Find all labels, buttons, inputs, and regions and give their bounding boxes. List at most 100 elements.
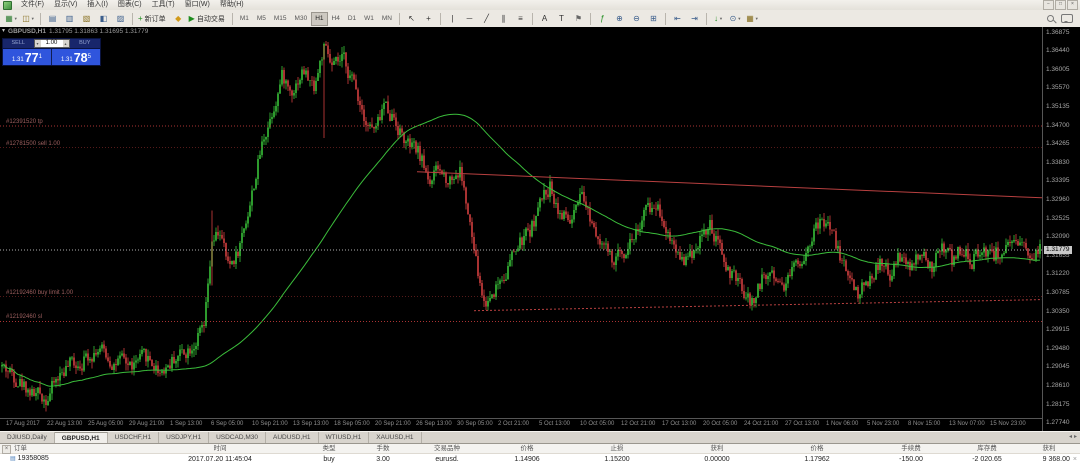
charts-menu-button[interactable]: ↓ ▼ (710, 11, 727, 26)
buy-price-button[interactable]: 1.31 78 5 (52, 49, 100, 65)
lot-size-value[interactable]: 1.00 (41, 40, 63, 47)
community-icon[interactable] (1061, 14, 1073, 23)
strategy-tester-button[interactable]: ▨ (112, 11, 129, 26)
period-menu-button[interactable]: ⊙ ▼ (727, 11, 744, 26)
profiles-button[interactable]: ◫ ▼ (20, 11, 37, 26)
zoom-out-button[interactable]: ⊖ (628, 11, 645, 26)
window-controls: − □ × (1043, 0, 1080, 10)
new-order-button[interactable]: + 新订单 (136, 11, 170, 26)
fibonacci-tool-button[interactable]: ≡ (512, 11, 529, 26)
timeframe-button-d1[interactable]: D1 (344, 12, 360, 26)
dropdown-caret-icon[interactable]: ▼ (14, 16, 18, 21)
channel-tool-button[interactable]: ∥ (495, 11, 512, 26)
column-header-5[interactable]: 价格 (486, 444, 568, 454)
price-tick-label: 1.36875 (1046, 28, 1070, 36)
orders-table: 订单 时间 类型 手数 交易品种 价格 止损 获利 价格 手续费 库存费 获利 ▤ 19358085 201… (0, 444, 1080, 464)
chart-shift-left-button[interactable]: ⇤ (669, 11, 686, 26)
terminal-panel: × 订单 时间 类型 手数 交易品种 价格 止损 获利 价格 手续费 库存费 获利 ▤ 19358085 2… (0, 443, 1080, 464)
timeframe-button-m15[interactable]: M15 (270, 12, 291, 26)
column-header-11[interactable]: 获利 (1018, 444, 1080, 454)
lot-increase-icon[interactable]: ▴ (62, 40, 69, 47)
time-tick-label: 10 Sep 21:00 (252, 421, 288, 427)
mt4-window: 文件(F) 显示(V) 插入(I) 图表(C) 工具(T) 窗口(W) 帮助(H) − □ × … (0, 0, 1080, 464)
price-tick-label: 1.33830 (1046, 158, 1070, 166)
column-header-10[interactable]: 库存费 (956, 444, 1018, 454)
minimize-icon[interactable]: − (1043, 0, 1054, 10)
close-icon[interactable]: × (1067, 0, 1078, 10)
timeframe-button-m30[interactable]: M30 (291, 12, 312, 26)
sell-button[interactable]: SELL (3, 39, 34, 48)
order-line-label: #12391520 tp (6, 118, 43, 125)
column-header-6[interactable]: 止损 (568, 444, 666, 454)
arrows-tool-button[interactable]: ⚑ (570, 11, 587, 26)
chart-symbol-period: GBPUSD,H1 (8, 28, 46, 35)
dropdown-caret-icon[interactable]: ▼ (719, 16, 723, 21)
timeframe-button-mn[interactable]: MN (378, 12, 396, 26)
data-window-button[interactable]: ▥ (61, 11, 78, 26)
vertical-line-tool-button[interactable]: | (444, 11, 461, 26)
cursor-tool-button[interactable]: ↖ (403, 11, 420, 26)
text-label-tool-button[interactable]: T (553, 11, 570, 26)
timeframe-button-h1[interactable]: H1 (311, 11, 328, 26)
time-tick-label: 18 Sep 05:00 (334, 421, 370, 427)
time-tick-label: 17 Aug 2017 (6, 421, 40, 427)
horizontal-line-tool-button[interactable]: ─ (461, 11, 478, 26)
dropdown-caret-icon[interactable]: ▼ (737, 16, 741, 21)
timeframe-button-h4[interactable]: H4 (328, 12, 344, 26)
metaeditor-button[interactable]: ◆ (170, 11, 187, 26)
toolbar-separator (532, 12, 533, 25)
menu-item-4[interactable]: 工具(T) (147, 1, 180, 8)
navigator-button[interactable]: ▧ (78, 11, 95, 26)
new-chart-button[interactable]: ▦ ▼ (3, 11, 20, 26)
text-tool-button[interactable]: A (536, 11, 553, 26)
indicators-button[interactable]: ƒ (594, 11, 611, 26)
dropdown-caret-icon[interactable]: ▼ (31, 16, 35, 21)
column-header-1[interactable]: 时间 (140, 444, 300, 454)
menu-item-2[interactable]: 插入(I) (82, 1, 113, 8)
terminal-close-icon[interactable]: × (2, 445, 11, 454)
close-position-icon[interactable]: × (1073, 456, 1077, 463)
terminal-panel-button[interactable]: ◧ (95, 11, 112, 26)
time-tick-label: 26 Sep 13:00 (416, 421, 452, 427)
time-tick-label: 8 Nov 15:00 (908, 421, 941, 427)
menu-item-6[interactable]: 帮助(H) (215, 1, 249, 8)
column-header-0[interactable]: 订单 (0, 444, 140, 454)
template-menu-button[interactable]: ▦ ▼ (744, 11, 761, 26)
search-icon[interactable] (1046, 14, 1056, 24)
menu-item-3[interactable]: 图表(C) (113, 1, 147, 8)
price-tick-label: 1.32960 (1046, 195, 1070, 203)
buy-button[interactable]: BUY (70, 39, 101, 48)
order-row[interactable]: ▤ 19358085 2017.07.20 11:45:04 buy 3.00 eurus… (0, 454, 1080, 464)
trendline-tool-button[interactable]: ╱ (478, 11, 495, 26)
timeframe-button-w1[interactable]: W1 (360, 12, 378, 26)
zoom-in-button[interactable]: ⊕ (611, 11, 628, 26)
restore-icon[interactable]: □ (1055, 0, 1066, 10)
collapse-panel-icon[interactable]: ▾ (2, 28, 5, 35)
column-header-3[interactable]: 手数 (358, 444, 408, 454)
timeframe-button-m5[interactable]: M5 (253, 12, 270, 26)
price-axis[interactable]: 1.36875 1.36440 1.36005 1.35570 1.35135 1.347… (1042, 27, 1080, 431)
menu-item-0[interactable]: 文件(F) (16, 1, 49, 8)
column-header-8[interactable]: 价格 (768, 444, 866, 454)
moving-average-line (1, 113, 1041, 387)
menu-item-1[interactable]: 显示(V) (49, 1, 82, 8)
price-tick-label: 1.29045 (1046, 363, 1070, 371)
chart-plot-area[interactable]: ▾ GBPUSD,H1 1.31795 1.31863 1.31695 1.31… (0, 27, 1042, 418)
autotrading-button-label: 自动交易 (196, 15, 225, 23)
crosshair-tool-button[interactable]: + (420, 11, 437, 26)
chart-shift-right-button[interactable]: ⇥ (686, 11, 703, 26)
column-header-7[interactable]: 获利 (666, 444, 768, 454)
tile-windows-button[interactable]: ⊞ (645, 11, 662, 26)
column-header-2[interactable]: 类型 (300, 444, 358, 454)
price-tick-label: 1.29480 (1046, 344, 1070, 352)
timeframe-button-m1[interactable]: M1 (236, 12, 253, 26)
menu-item-5[interactable]: 窗口(W) (180, 1, 215, 8)
column-header-9[interactable]: 手续费 (866, 444, 956, 454)
autotrading-button[interactable]: ▶ 自动交易 (187, 11, 229, 26)
market-watch-button[interactable]: ▤ (44, 11, 61, 26)
lot-size-stepper[interactable]: ▾ 1.00 ▴ (33, 39, 70, 48)
time-axis[interactable]: 17 Aug 2017 22 Aug 13:00 25 Aug 05:00 29 Au… (0, 418, 1042, 431)
column-header-4[interactable]: 交易品种 (408, 444, 486, 454)
sell-price-button[interactable]: 1.31 77 1 (3, 49, 52, 65)
dropdown-caret-icon[interactable]: ▼ (755, 16, 759, 21)
